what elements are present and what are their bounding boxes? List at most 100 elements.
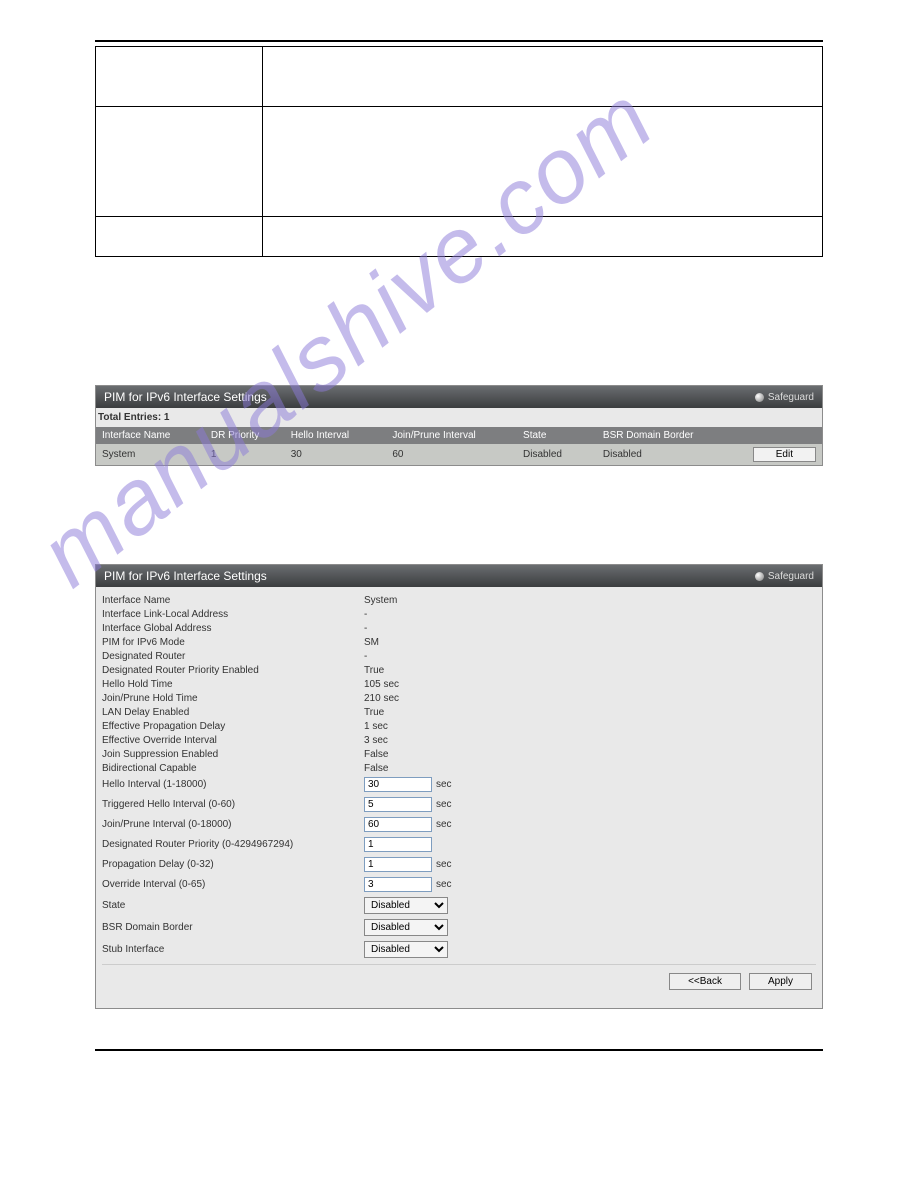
detail-row: Designated Router- <box>102 651 816 662</box>
row-label: Join Suppression Enabled <box>102 749 364 760</box>
row-label: Override Interval (0-65) <box>102 879 364 890</box>
col-hello-interval: Hello Interval <box>285 427 387 444</box>
detail-row: Propagation Delay (0-32) sec <box>102 857 816 872</box>
row-label: Propagation Delay (0-32) <box>102 859 364 870</box>
row-value: False <box>364 763 388 774</box>
back-button[interactable]: <<Back <box>669 973 741 990</box>
detail-row: Hello Hold Time105 sec <box>102 679 816 690</box>
pim-interface-detail-panel: PIM for IPv6 Interface Settings Safeguar… <box>95 564 823 1009</box>
row-label: Effective Override Interval <box>102 735 364 746</box>
unit-label: sec <box>436 799 452 810</box>
row-label: PIM for IPv6 Mode <box>102 637 364 648</box>
join-prune-input[interactable] <box>364 817 432 832</box>
detail-row: Stub InterfaceDisabled <box>102 941 816 958</box>
detail-row: Interface NameSystem <box>102 595 816 606</box>
row-value: SM <box>364 637 379 648</box>
cell-jp: 60 <box>386 444 517 465</box>
row-label: Triggered Hello Interval (0-60) <box>102 799 364 810</box>
table-row <box>96 217 823 257</box>
row-label: Interface Link-Local Address <box>102 609 364 620</box>
row-label: Effective Propagation Delay <box>102 721 364 732</box>
detail-row: Interface Global Address- <box>102 623 816 634</box>
row-value: True <box>364 707 384 718</box>
override-interval-input[interactable] <box>364 877 432 892</box>
row-value: True <box>364 665 384 676</box>
detail-row: Override Interval (0-65) sec <box>102 877 816 892</box>
detail-row: BSR Domain BorderDisabled <box>102 919 816 936</box>
unit-label: sec <box>436 779 452 790</box>
row-value: - <box>364 651 367 662</box>
divider <box>102 964 816 965</box>
col-interface-name: Interface Name <box>96 427 205 444</box>
detail-row: PIM for IPv6 ModeSM <box>102 637 816 648</box>
col-state: State <box>517 427 597 444</box>
propagation-delay-input[interactable] <box>364 857 432 872</box>
interface-table: Interface Name DR Priority Hello Interva… <box>96 427 822 465</box>
row-label: Hello Interval (1-18000) <box>102 779 364 790</box>
safeguard-icon <box>755 393 764 402</box>
apply-button[interactable]: Apply <box>749 973 812 990</box>
row-label: Join/Prune Interval (0-18000) <box>102 819 364 830</box>
detail-row: Bidirectional CapableFalse <box>102 763 816 774</box>
row-label: Interface Name <box>102 595 364 606</box>
pim-interface-list-panel: PIM for IPv6 Interface Settings Safeguar… <box>95 385 823 466</box>
row-value: 1 sec <box>364 721 388 732</box>
panel-header: PIM for IPv6 Interface Settings Safeguar… <box>96 565 822 587</box>
detail-row: Designated Router Priority EnabledTrue <box>102 665 816 676</box>
col-dr-priority: DR Priority <box>205 427 285 444</box>
cell-dr: 1 <box>205 444 285 465</box>
page-header-rule <box>95 40 823 42</box>
cell-iface: System <box>96 444 205 465</box>
unit-label: sec <box>436 859 452 870</box>
triggered-hello-input[interactable] <box>364 797 432 812</box>
hello-interval-input[interactable] <box>364 777 432 792</box>
row-label: Designated Router <box>102 651 364 662</box>
edit-button[interactable]: Edit <box>753 447 816 462</box>
detail-row: Triggered Hello Interval (0-60) sec <box>102 797 816 812</box>
row-label: Designated Router Priority (0-4294967294… <box>102 839 364 850</box>
row-value: - <box>364 623 367 634</box>
safeguard-text: Safeguard <box>768 392 814 403</box>
row-value: False <box>364 749 388 760</box>
page-footer-rule <box>95 1049 823 1069</box>
row-label: Bidirectional Capable <box>102 763 364 774</box>
col-bsr-border: BSR Domain Border <box>597 427 742 444</box>
button-row: <<Back Apply <box>102 973 816 998</box>
row-label: Interface Global Address <box>102 623 364 634</box>
row-label: Designated Router Priority Enabled <box>102 665 364 676</box>
panel-header: PIM for IPv6 Interface Settings Safeguar… <box>96 386 822 408</box>
row-label: Stub Interface <box>102 944 364 955</box>
safeguard-text: Safeguard <box>768 571 814 582</box>
detail-row: Join/Prune Hold Time210 sec <box>102 693 816 704</box>
cell-bsr: Disabled <box>597 444 742 465</box>
table-row <box>96 107 823 217</box>
safeguard-icon <box>755 572 764 581</box>
bsr-border-select[interactable]: Disabled <box>364 919 448 936</box>
detail-row: Designated Router Priority (0-4294967294… <box>102 837 816 852</box>
row-label: State <box>102 900 364 911</box>
col-actions <box>742 427 822 444</box>
detail-body: Interface NameSystem Interface Link-Loca… <box>96 587 822 1008</box>
unit-label: sec <box>436 879 452 890</box>
row-value: 105 sec <box>364 679 399 690</box>
detail-row: Effective Override Interval3 sec <box>102 735 816 746</box>
table-row <box>96 47 823 107</box>
unit-label: sec <box>436 819 452 830</box>
table-row: System 1 30 60 Disabled Disabled Edit <box>96 444 822 465</box>
panel-title: PIM for IPv6 Interface Settings <box>104 390 267 404</box>
safeguard-badge: Safeguard <box>755 571 814 582</box>
detail-row: Join Suppression EnabledFalse <box>102 749 816 760</box>
detail-row: Interface Link-Local Address- <box>102 609 816 620</box>
row-value: System <box>364 595 397 606</box>
stub-interface-select[interactable]: Disabled <box>364 941 448 958</box>
row-label: LAN Delay Enabled <box>102 707 364 718</box>
state-select[interactable]: Disabled <box>364 897 448 914</box>
row-value: - <box>364 609 367 620</box>
cell-state: Disabled <box>517 444 597 465</box>
row-value: 210 sec <box>364 693 399 704</box>
safeguard-badge: Safeguard <box>755 392 814 403</box>
detail-row: Hello Interval (1-18000) sec <box>102 777 816 792</box>
row-label: Hello Hold Time <box>102 679 364 690</box>
row-label: BSR Domain Border <box>102 922 364 933</box>
dr-priority-input[interactable] <box>364 837 432 852</box>
